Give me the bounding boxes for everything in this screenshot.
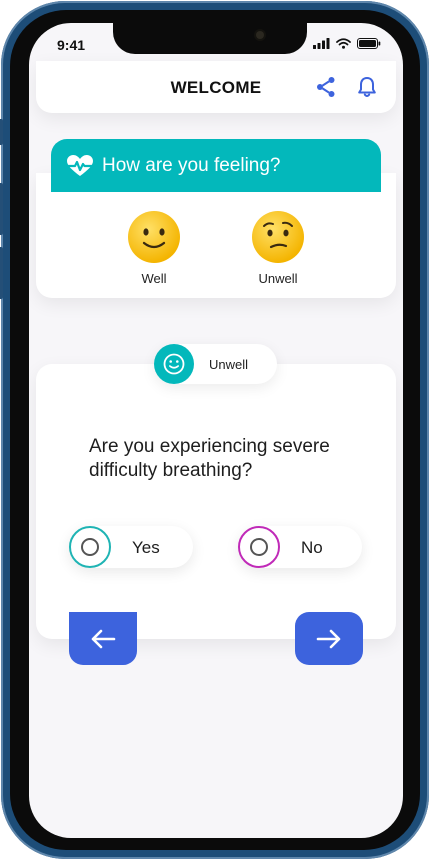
smiley-outline-icon [163, 353, 185, 375]
front-camera [256, 31, 264, 39]
arrow-left-icon [91, 629, 116, 648]
pill-icon-circle [154, 344, 194, 384]
feeling-option-label: Unwell [258, 271, 298, 286]
page-title: WELCOME [170, 78, 262, 97]
smiling-face-icon [128, 211, 180, 263]
app-screen: 9:41 WELCOME How are you feeling? Well U… [29, 23, 403, 838]
answer-label: No [301, 538, 323, 557]
radio-no[interactable] [238, 526, 280, 568]
status-time: 9:41 [57, 37, 86, 53]
next-button[interactable] [295, 612, 363, 665]
back-button[interactable] [69, 612, 137, 665]
question-card: Are you experiencing severe difficulty b… [36, 364, 396, 639]
status-icons [313, 38, 381, 49]
answer-label: Yes [132, 538, 160, 557]
volume-up-button [0, 183, 3, 235]
bell-icon[interactable] [355, 75, 379, 99]
feeling-option-well[interactable]: Well [114, 210, 194, 286]
feeling-title: How are you feeling? [102, 155, 281, 176]
arrow-right-icon [316, 629, 341, 648]
worried-face-icon [252, 211, 304, 263]
feeling-option-label: Well [141, 271, 167, 286]
answer-no[interactable]: No [238, 526, 362, 568]
header-bar: WELCOME [36, 61, 396, 113]
notch [113, 23, 307, 54]
mute-switch [0, 119, 3, 145]
question-text: Are you experiencing severe difficulty b… [89, 436, 330, 481]
answer-yes[interactable]: Yes [69, 526, 193, 568]
volume-down-button [0, 247, 3, 299]
wifi-icon [336, 38, 351, 49]
heartbeat-icon [66, 155, 94, 176]
radio-dot [81, 538, 99, 556]
radio-dot [250, 538, 268, 556]
share-icon[interactable] [314, 75, 338, 99]
battery-icon [357, 38, 381, 49]
selected-feeling-label: Unwell [209, 357, 249, 372]
signal-icon [313, 38, 330, 49]
feeling-option-unwell[interactable]: Unwell [238, 210, 318, 286]
selected-feeling-badge: Unwell [154, 344, 277, 384]
feeling-banner: How are you feeling? [51, 139, 381, 192]
radio-yes[interactable] [69, 526, 111, 568]
